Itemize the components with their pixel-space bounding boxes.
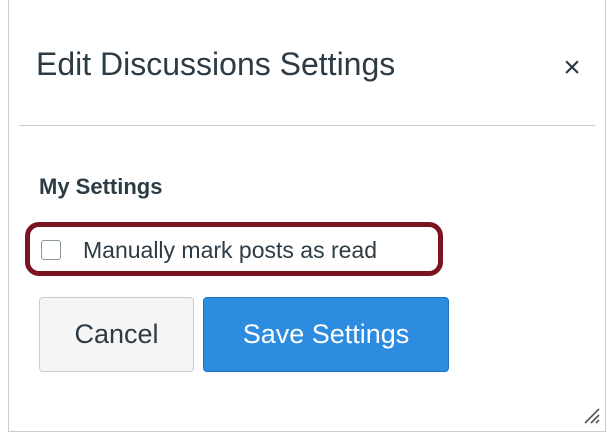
manual-mark-read-option: Manually mark posts as read (25, 222, 443, 276)
edit-discussions-settings-dialog: Edit Discussions Settings × My Settings … (8, 0, 606, 432)
manual-mark-read-checkbox[interactable] (41, 240, 61, 260)
cancel-button[interactable]: Cancel (39, 297, 194, 372)
my-settings-heading: My Settings (39, 174, 163, 199)
dialog-header: Edit Discussions Settings × (19, 0, 595, 126)
save-settings-button[interactable]: Save Settings (203, 297, 449, 372)
resize-grip-icon[interactable] (581, 405, 601, 425)
manual-mark-read-label[interactable]: Manually mark posts as read (83, 235, 377, 265)
close-icon[interactable]: × (554, 50, 590, 86)
dialog-title: Edit Discussions Settings (36, 46, 396, 82)
